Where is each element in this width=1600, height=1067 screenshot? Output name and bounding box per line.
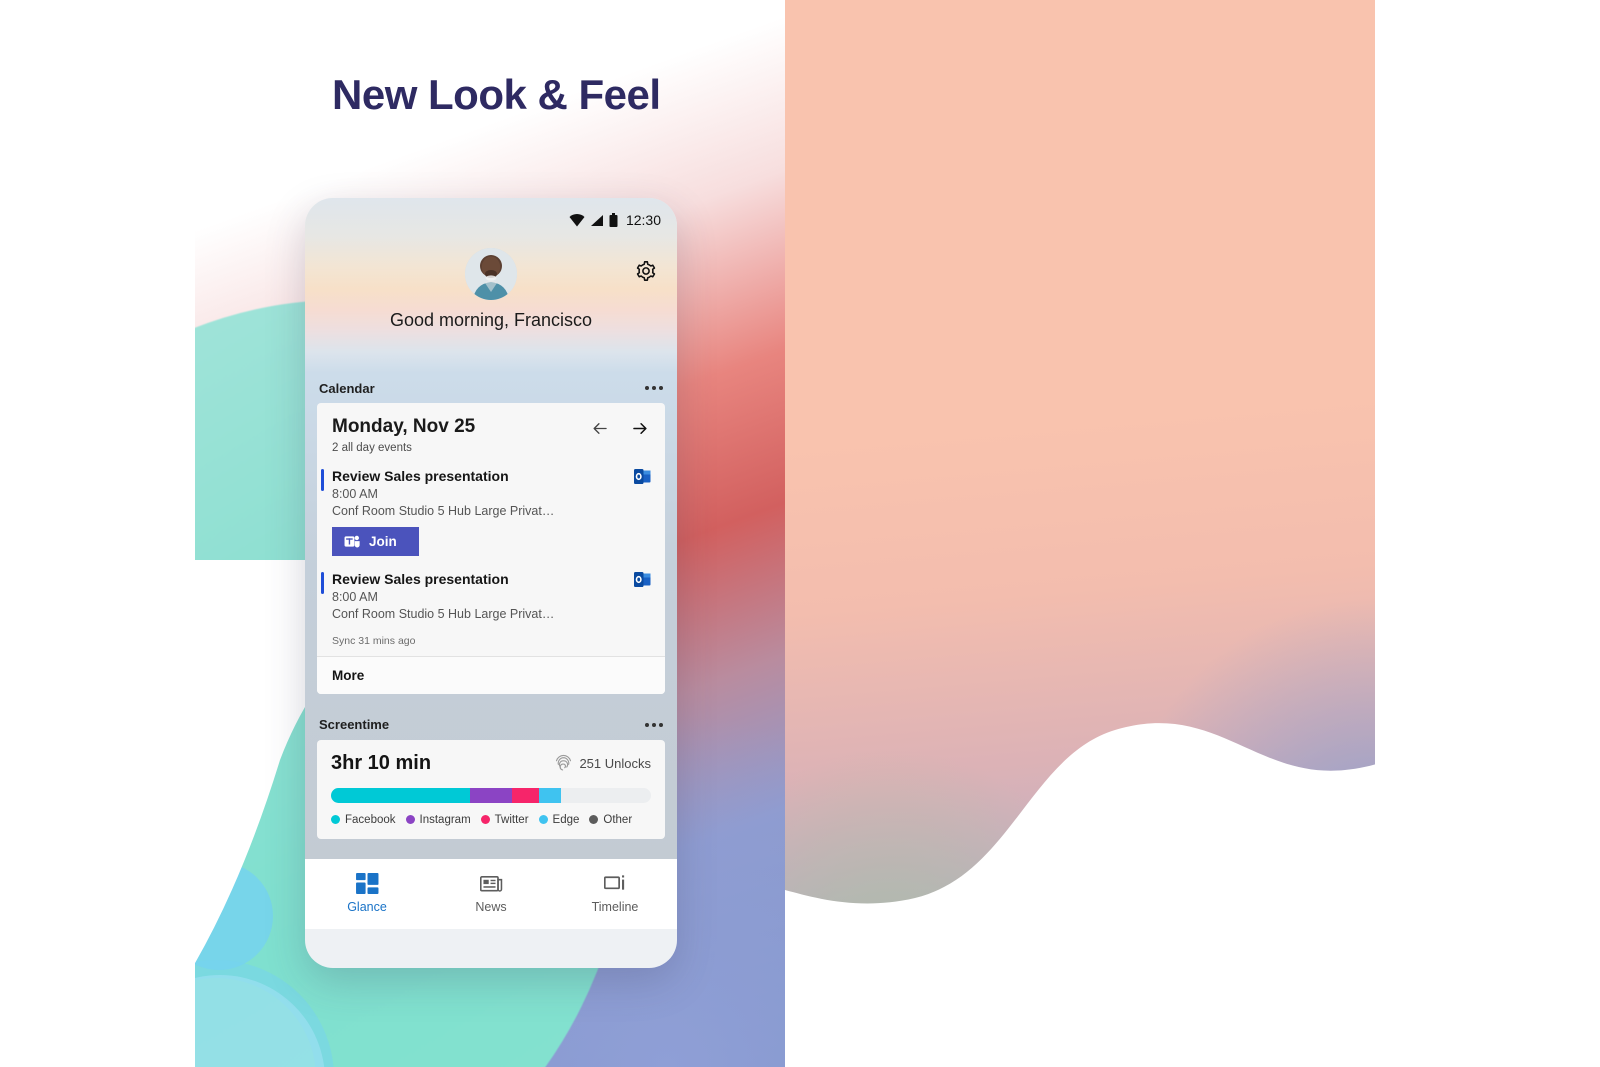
event-location: Conf Room Studio 5 Hub Large Privat…	[332, 503, 555, 518]
gear-icon	[636, 261, 656, 281]
screenshot-root: New Look & Feel 12:30 Good morning, Fran…	[0, 0, 1600, 1067]
screentime-section-header: Screentime	[305, 710, 677, 740]
unlocks-count: 251 Unlocks	[579, 755, 651, 771]
phone-light-theme: 12:30 Good morning, Francisco Calendar M…	[305, 198, 677, 968]
legend-label: Instagram	[419, 813, 471, 826]
event-color-bar	[321, 571, 324, 594]
bar-segment-instagram	[470, 787, 512, 803]
status-bar: 12:30	[569, 212, 661, 228]
phone-body-light: Calendar Monday, Nov 25 2 all day events	[305, 373, 677, 859]
right-panel: Dark Theme 12:30	[785, 0, 1600, 1067]
status-bar-time: 12:30	[625, 212, 661, 228]
event-time: 8:00 AM	[332, 486, 378, 501]
avatar[interactable]	[465, 248, 517, 300]
glance-icon	[355, 873, 378, 895]
calendar-more-button[interactable]: More	[317, 655, 665, 694]
sync-status: Sync 31 mins ago	[332, 634, 416, 647]
join-button[interactable]: Join	[332, 526, 419, 556]
event-location: Conf Room Studio 5 Hub Large Privat…	[332, 606, 555, 621]
timeline-icon	[603, 875, 624, 890]
calendar-next-button[interactable]	[629, 419, 650, 443]
bar-segment-facebook	[331, 787, 471, 803]
fingerprint-icon	[556, 755, 572, 771]
screentime-section-label: Screentime	[319, 717, 390, 733]
calendar-subtitle: 2 all day events	[332, 441, 412, 454]
legend-item: Edge	[538, 813, 580, 826]
more-options-icon[interactable]	[645, 386, 663, 390]
nav-item-glance[interactable]: Glance	[305, 873, 429, 914]
screentime-card: 3hr 10 min 251 Unlocks Facebook Instagra…	[317, 739, 665, 839]
bottom-navigation: Glance News Timeline	[305, 858, 677, 929]
news-icon	[479, 875, 502, 892]
calendar-card-header: Monday, Nov 25 2 all day events	[317, 403, 665, 460]
nav-item-news[interactable]: News	[429, 874, 553, 914]
event-title: Review Sales presentation	[332, 467, 509, 484]
wifi-icon	[569, 213, 585, 226]
teams-icon	[344, 535, 360, 548]
right-white-wave	[785, 679, 1600, 1067]
calendar-date: Monday, Nov 25	[332, 416, 476, 437]
join-button-label: Join	[369, 533, 397, 549]
legend-label: Facebook	[345, 813, 396, 826]
left-panel: New Look & Feel 12:30 Good morning, Fran…	[0, 0, 785, 1067]
bar-segment-edge	[538, 787, 562, 803]
nav-item-timeline[interactable]: Timeline	[553, 874, 677, 914]
event-color-bar	[321, 468, 324, 491]
left-panel-title: New Look & Feel	[332, 71, 661, 118]
settings-button[interactable]	[635, 260, 657, 287]
screentime-total: 3hr 10 min	[331, 751, 432, 774]
event-time: 8:00 AM	[332, 589, 378, 604]
nav-label: Glance	[347, 900, 387, 915]
screentime-legend: Facebook Instagram Twitter Edge Other	[331, 814, 651, 826]
legend-item: Facebook	[331, 814, 396, 826]
calendar-event[interactable]: Review Sales presentation 8:00 AM Conf R…	[317, 560, 665, 625]
outlook-icon	[634, 468, 651, 489]
arrow-right-icon	[633, 422, 647, 435]
calendar-prev-button[interactable]	[590, 419, 611, 443]
legend-label: Edge	[552, 813, 580, 826]
legend-label: Other	[603, 813, 633, 826]
signal-icon	[590, 214, 603, 226]
bar-segment-twitter	[511, 787, 539, 803]
legend-item: Other	[589, 814, 632, 826]
calendar-card: Monday, Nov 25 2 all day events Review S…	[317, 403, 665, 694]
phone-header-light: 12:30 Good morning, Francisco	[305, 198, 677, 373]
battery-icon	[609, 213, 618, 227]
more-options-icon[interactable]	[645, 722, 663, 727]
unlocks-info: 251 Unlocks	[555, 753, 651, 773]
nav-label: News	[475, 899, 507, 914]
nav-label: Timeline	[591, 899, 639, 914]
calendar-section-header: Calendar	[305, 373, 677, 403]
outlook-icon	[634, 571, 651, 592]
event-title: Review Sales presentation	[332, 570, 509, 587]
legend-label: Twitter	[494, 813, 529, 826]
legend-item: Instagram	[405, 813, 471, 826]
calendar-event[interactable]: Review Sales presentation 8:00 AM Conf R…	[317, 460, 665, 560]
greeting-text: Good morning, Francisco	[389, 310, 593, 330]
screentime-bar	[331, 787, 651, 803]
calendar-section-label: Calendar	[319, 380, 375, 396]
legend-item: Twitter	[480, 813, 529, 826]
arrow-left-icon	[593, 423, 607, 434]
